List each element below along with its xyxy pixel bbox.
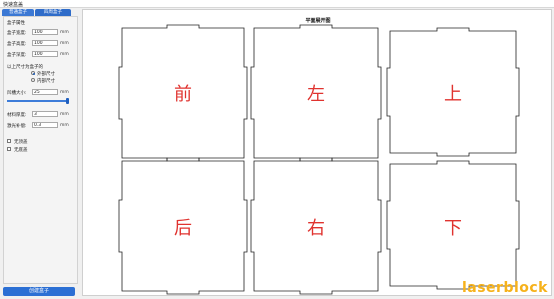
thickness-input[interactable] xyxy=(32,111,58,117)
teeth-slider-track[interactable] xyxy=(7,100,69,102)
kerf-unit: mm xyxy=(60,123,69,128)
face-label-left: 左 xyxy=(307,84,325,105)
create-box-button[interactable]: 创建盒子 xyxy=(3,287,75,296)
size-mode-label: 以上尺寸为盒子的 xyxy=(7,65,43,70)
height-input[interactable] xyxy=(32,40,58,46)
width-label: 盒子宽度: xyxy=(7,31,27,36)
teeth-unit: mm xyxy=(60,90,69,95)
thickness-unit: mm xyxy=(60,112,69,117)
height-label: 盒子高度: xyxy=(7,42,27,47)
face-label-front: 前 xyxy=(174,84,192,105)
width-unit: mm xyxy=(60,30,69,35)
face-label-bottom: 下 xyxy=(444,218,462,239)
width-input[interactable] xyxy=(32,29,58,35)
teeth-slider-thumb[interactable] xyxy=(65,98,69,104)
tab-surround-box[interactable]: 四周盒子 xyxy=(35,9,71,16)
face-label-right: 右 xyxy=(307,218,325,239)
depth-input[interactable] xyxy=(32,51,58,57)
window-title: 快速盒盖 xyxy=(3,2,24,8)
no-bottom-checkbox[interactable] xyxy=(7,147,11,151)
no-bottom-label: 无底盖 xyxy=(14,148,28,153)
face-label-back: 后 xyxy=(174,218,192,239)
kerf-label: 激光补偿: xyxy=(7,124,27,129)
app-window: 快速盒盖 普通盒子 四周盒子 盒子属性 盒子宽度: mm 盒子高度: mm 盒子… xyxy=(0,0,554,299)
height-unit: mm xyxy=(60,41,69,46)
inner-size-radio[interactable] xyxy=(31,78,35,82)
section-title: 盒子属性 xyxy=(7,21,25,26)
outer-size-radio[interactable] xyxy=(31,71,35,75)
thickness-label: 材料厚度: xyxy=(7,113,27,118)
no-top-checkbox[interactable] xyxy=(7,139,11,143)
title-bar: 快速盒盖 xyxy=(0,0,554,8)
depth-label: 盒子深度: xyxy=(7,53,27,58)
outer-size-label: 外部尺寸 xyxy=(37,72,55,77)
inner-size-label: 内部尺寸 xyxy=(37,79,55,84)
canvas-title: 平面展开图 xyxy=(305,18,331,24)
no-top-label: 无顶盖 xyxy=(14,140,28,145)
settings-panel: 普通盒子 四周盒子 盒子属性 盒子宽度: mm 盒子高度: mm 盒子深度: m… xyxy=(0,8,80,299)
teeth-label: 凹槽大小: xyxy=(7,91,27,96)
layout-canvas[interactable]: 平面展开图 前 左 上 后 右 下 xyxy=(82,9,552,296)
face-label-top: 上 xyxy=(444,84,462,105)
tab-normal-box[interactable]: 普通盒子 xyxy=(2,9,34,16)
box-properties-group: 盒子属性 盒子宽度: mm 盒子高度: mm 盒子深度: mm 以上尺寸为盒子的… xyxy=(3,16,78,284)
mode-tabs: 普通盒子 四周盒子 xyxy=(2,9,78,16)
depth-unit: mm xyxy=(60,52,69,57)
brand-logo: laserblock xyxy=(461,280,548,296)
kerf-input[interactable] xyxy=(32,122,58,128)
teeth-input[interactable] xyxy=(32,89,58,95)
